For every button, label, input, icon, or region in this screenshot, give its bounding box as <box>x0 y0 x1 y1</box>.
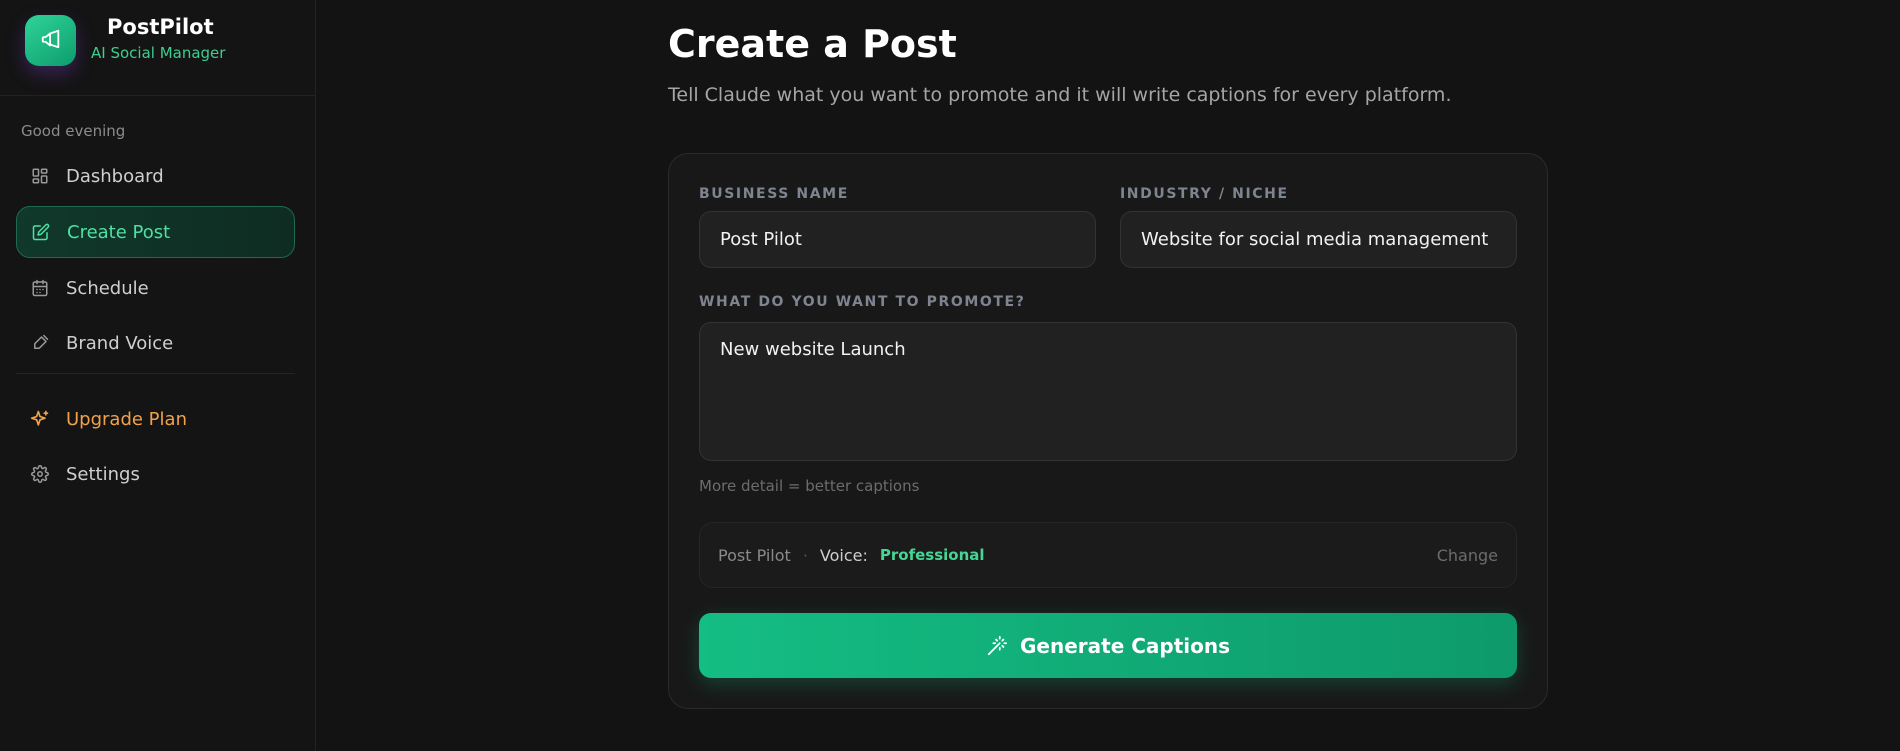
sidebar-item-settings[interactable]: Settings <box>16 448 295 500</box>
sidebar-item-upgrade-plan[interactable]: Upgrade Plan <box>16 393 295 445</box>
business-name-input[interactable]: Post Pilot <box>699 211 1096 268</box>
industry-input[interactable]: Website for social media management <box>1120 211 1517 268</box>
gear-icon <box>30 464 50 484</box>
sidebar: PostPilot AI Social Manager Good evening… <box>0 0 316 751</box>
sidebar-item-label: Upgrade Plan <box>66 408 187 430</box>
sidebar-item-label: Schedule <box>66 277 149 299</box>
industry-label: INDUSTRY / NICHE <box>1120 186 1289 202</box>
business-name-label: BUSINESS NAME <box>699 186 849 202</box>
main-content: Create a Post Tell Claude what you want … <box>316 0 1900 751</box>
sidebar-divider <box>16 373 295 374</box>
generate-captions-button[interactable]: Generate Captions <box>699 613 1517 678</box>
promote-textarea[interactable]: New website Launch <box>699 322 1517 461</box>
logo[interactable] <box>25 15 76 66</box>
dashboard-icon <box>30 166 50 186</box>
voice-label: Voice: <box>819 545 868 565</box>
sparkles-icon <box>30 409 50 429</box>
promote-hint: More detail = better captions <box>699 477 920 495</box>
generate-captions-label: Generate Captions <box>1019 633 1231 658</box>
voice-value: Professional <box>879 546 985 564</box>
magic-wand-icon <box>986 635 1008 657</box>
promote-label: WHAT DO YOU WANT TO PROMOTE? <box>699 294 1026 310</box>
sidebar-item-create-post[interactable]: Create Post <box>16 206 295 258</box>
sidebar-item-brand-voice[interactable]: Brand Voice <box>16 317 295 369</box>
sidebar-item-dashboard[interactable]: Dashboard <box>16 150 295 202</box>
sidebar-item-label: Settings <box>66 463 140 485</box>
page-subtitle: Tell Claude what you want to promote and… <box>668 84 1452 106</box>
create-post-form: BUSINESS NAME Post Pilot INDUSTRY / NICH… <box>668 153 1548 709</box>
separator-dot: · <box>802 545 808 565</box>
greeting: Good evening <box>21 122 126 140</box>
app-tagline: AI Social Manager <box>91 44 226 62</box>
sidebar-item-label: Brand Voice <box>66 332 174 354</box>
megaphone-icon <box>40 28 62 54</box>
edit-icon <box>31 222 51 242</box>
voice-business-name: Post Pilot <box>718 545 791 565</box>
sidebar-item-schedule[interactable]: Schedule <box>16 262 295 314</box>
change-voice-link[interactable]: Change <box>1437 546 1498 565</box>
brand-header: PostPilot AI Social Manager <box>0 0 315 96</box>
app-name: PostPilot <box>107 15 214 39</box>
page-title: Create a Post <box>668 22 957 66</box>
sidebar-item-label: Dashboard <box>66 165 164 187</box>
sidebar-item-label: Create Post <box>67 221 171 243</box>
brand-voice-bar: Post Pilot · Voice: Professional Change <box>699 522 1517 588</box>
calendar-icon <box>30 278 50 298</box>
brush-icon <box>30 333 50 353</box>
